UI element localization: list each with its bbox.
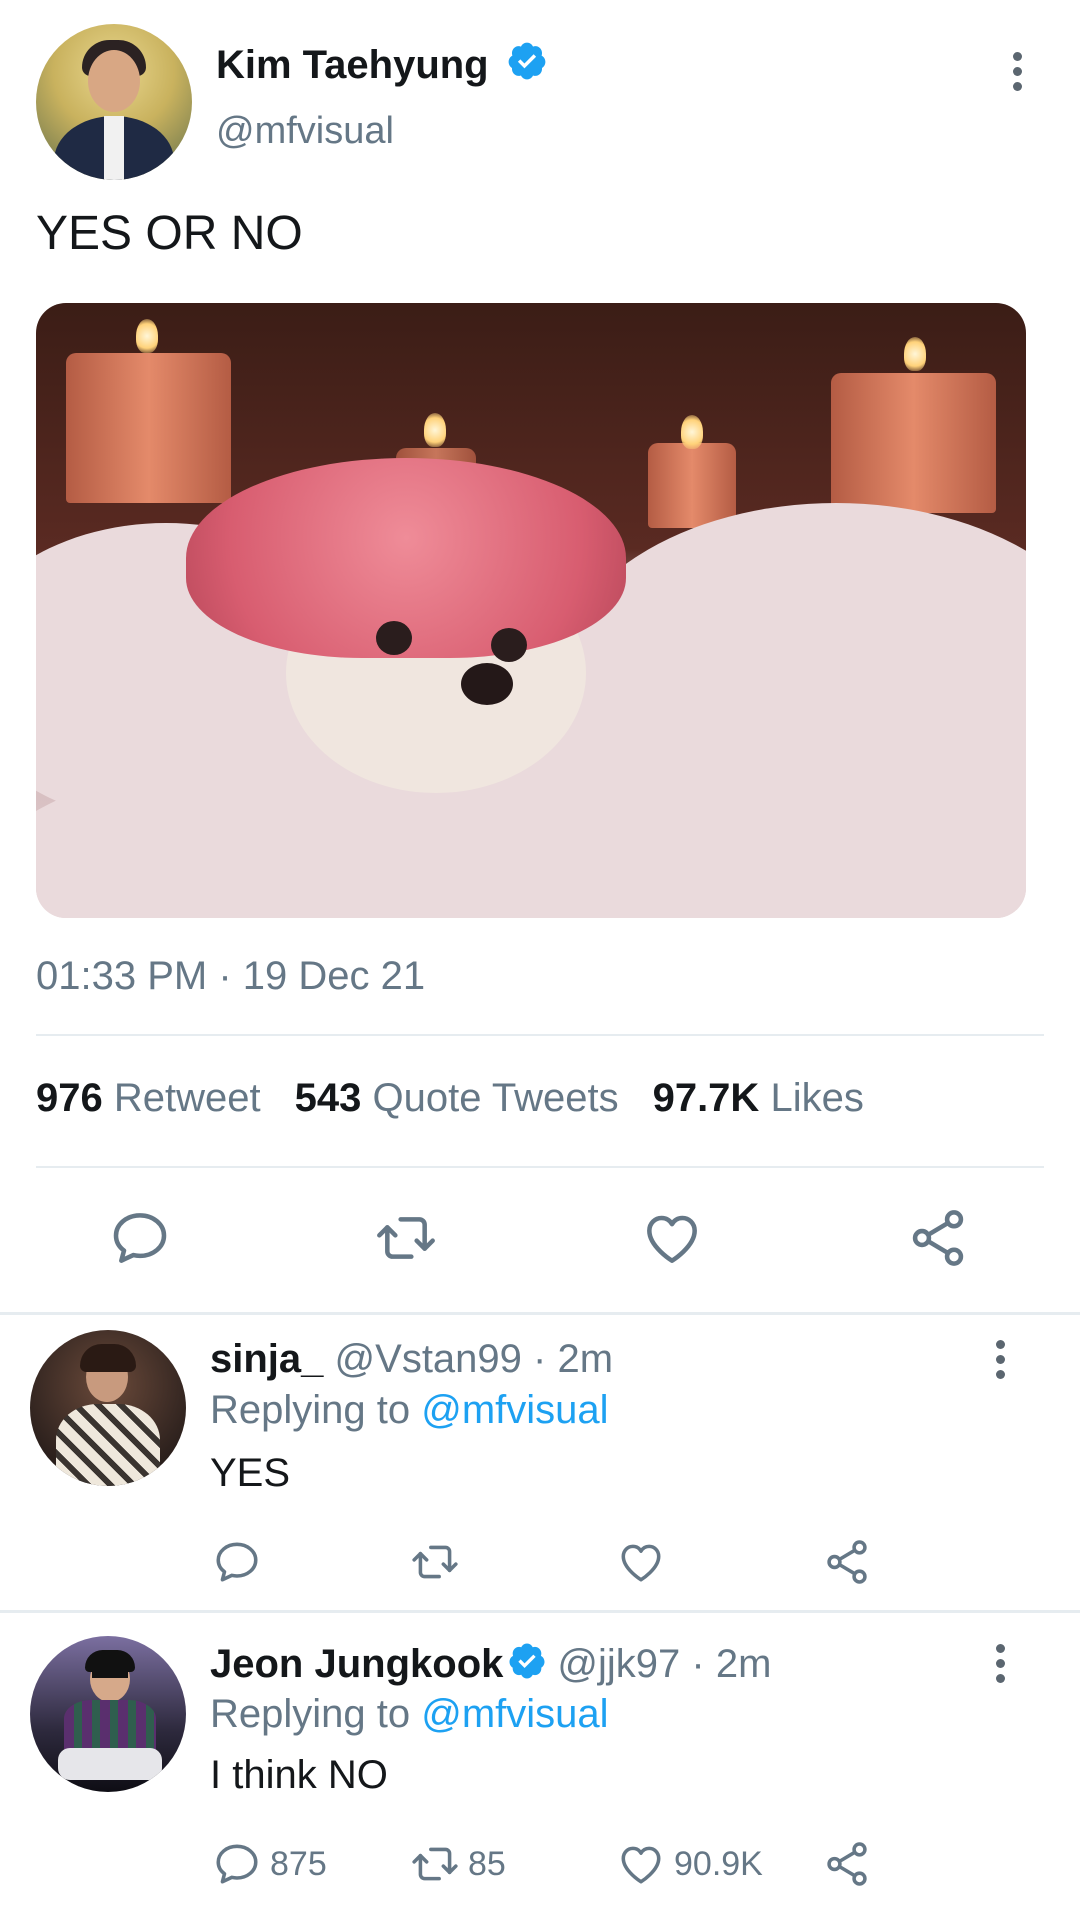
- tweet-text: YES OR NO: [36, 207, 303, 260]
- reply-header: sinja_ @Vstan99 · 2m: [210, 1337, 613, 1382]
- reply-time: · 2m: [533, 1337, 614, 1381]
- retweet-icon: [412, 1847, 458, 1881]
- tweet-timestamp[interactable]: 01:33 PM · 19 Dec 21: [36, 954, 425, 999]
- reply-item[interactable]: Jeon Jungkook @jjk97 · 2m Replying to @m…: [0, 1613, 1080, 1920]
- reply-avatar[interactable]: [30, 1636, 186, 1792]
- verified-badge-icon: [508, 42, 546, 80]
- reply-author-name[interactable]: Jeon Jungkook: [210, 1642, 503, 1686]
- replying-to-mention[interactable]: @mfvisual: [421, 1388, 608, 1432]
- reply-retweet-button[interactable]: [410, 1537, 468, 1587]
- reply-item[interactable]: sinja_ @Vstan99 · 2m Replying to @mfvisu…: [0, 1315, 1080, 1610]
- reply-more-options-icon[interactable]: [985, 1340, 1015, 1384]
- reply-like-button[interactable]: 90.9K: [616, 1839, 763, 1889]
- reply-icon: [216, 1542, 258, 1582]
- reply-header: Jeon Jungkook @jjk97 · 2m: [210, 1641, 771, 1687]
- author-avatar[interactable]: [36, 24, 192, 180]
- tweet-image[interactable]: [36, 303, 1026, 918]
- divider: [36, 1166, 1044, 1168]
- tweet-actions: [0, 1206, 1080, 1276]
- reply-time: · 2m: [691, 1642, 772, 1686]
- reply-reply-button[interactable]: [212, 1537, 270, 1587]
- reply-author-handle[interactable]: @Vstan99: [335, 1337, 522, 1381]
- share-icon[interactable]: [906, 1206, 970, 1270]
- reply-icon: [216, 1844, 258, 1884]
- reply-text: YES: [210, 1451, 291, 1495]
- reply-author-name[interactable]: sinja_: [210, 1337, 323, 1381]
- reply-avatar[interactable]: [30, 1330, 186, 1486]
- author-name-text: Kim Taehyung: [216, 43, 489, 87]
- main-tweet: Kim Taehyung @mfvisual YES OR NO 01:33 P…: [0, 0, 1080, 1312]
- retweet-icon: [412, 1545, 458, 1579]
- like-count: 90.9K: [674, 1844, 763, 1883]
- tweet-stats: 976 Retweet 543 Quote Tweets 97.7K Likes: [36, 1076, 864, 1121]
- like-label: Likes: [770, 1076, 864, 1120]
- reply-actions: 875 85 90.9K: [210, 1839, 910, 1895]
- reply-count: 875: [270, 1844, 327, 1883]
- like-icon: [621, 1846, 661, 1884]
- reply-share-button[interactable]: [822, 1537, 872, 1587]
- reply-like-button[interactable]: [616, 1537, 674, 1587]
- reply-retweet-button[interactable]: 85: [410, 1839, 506, 1889]
- share-icon: [827, 1842, 867, 1886]
- reply-author-handle[interactable]: @jjk97: [557, 1642, 680, 1686]
- more-options-icon[interactable]: [1000, 52, 1034, 96]
- retweet-label: Retweet: [113, 1076, 261, 1120]
- like-count: 97.7K: [652, 1076, 760, 1120]
- replying-to-label: Replying to: [210, 1692, 411, 1736]
- like-stat[interactable]: 97.7K Likes: [653, 1076, 864, 1120]
- replying-to: Replying to @mfvisual: [210, 1692, 609, 1737]
- reply-icon[interactable]: [108, 1206, 172, 1270]
- divider: [36, 1034, 1044, 1036]
- retweet-stat[interactable]: 976 Retweet: [36, 1076, 261, 1120]
- verified-badge-icon: [509, 1643, 545, 1679]
- share-icon: [827, 1540, 867, 1584]
- like-icon[interactable]: [640, 1206, 704, 1270]
- reply-text: I think NO: [210, 1753, 388, 1797]
- replying-to-label: Replying to: [210, 1388, 411, 1432]
- replying-to-mention[interactable]: @mfvisual: [421, 1692, 608, 1736]
- replying-to: Replying to @mfvisual: [210, 1388, 609, 1433]
- author-handle[interactable]: @mfvisual: [216, 110, 394, 153]
- author-display-name[interactable]: Kim Taehyung: [216, 40, 548, 88]
- reply-actions: [210, 1537, 910, 1593]
- retweet-count: 85: [468, 1844, 506, 1883]
- reply-more-options-icon[interactable]: [985, 1644, 1015, 1688]
- reply-reply-button[interactable]: 875: [212, 1839, 327, 1889]
- retweet-icon[interactable]: [374, 1206, 438, 1270]
- reply-share-button[interactable]: [822, 1839, 872, 1889]
- quote-count: 543: [294, 1076, 362, 1120]
- quote-stat[interactable]: 543 Quote Tweets: [295, 1076, 619, 1120]
- retweet-count: 976: [36, 1076, 103, 1120]
- like-icon: [621, 1544, 661, 1582]
- quote-label: Quote Tweets: [372, 1076, 619, 1120]
